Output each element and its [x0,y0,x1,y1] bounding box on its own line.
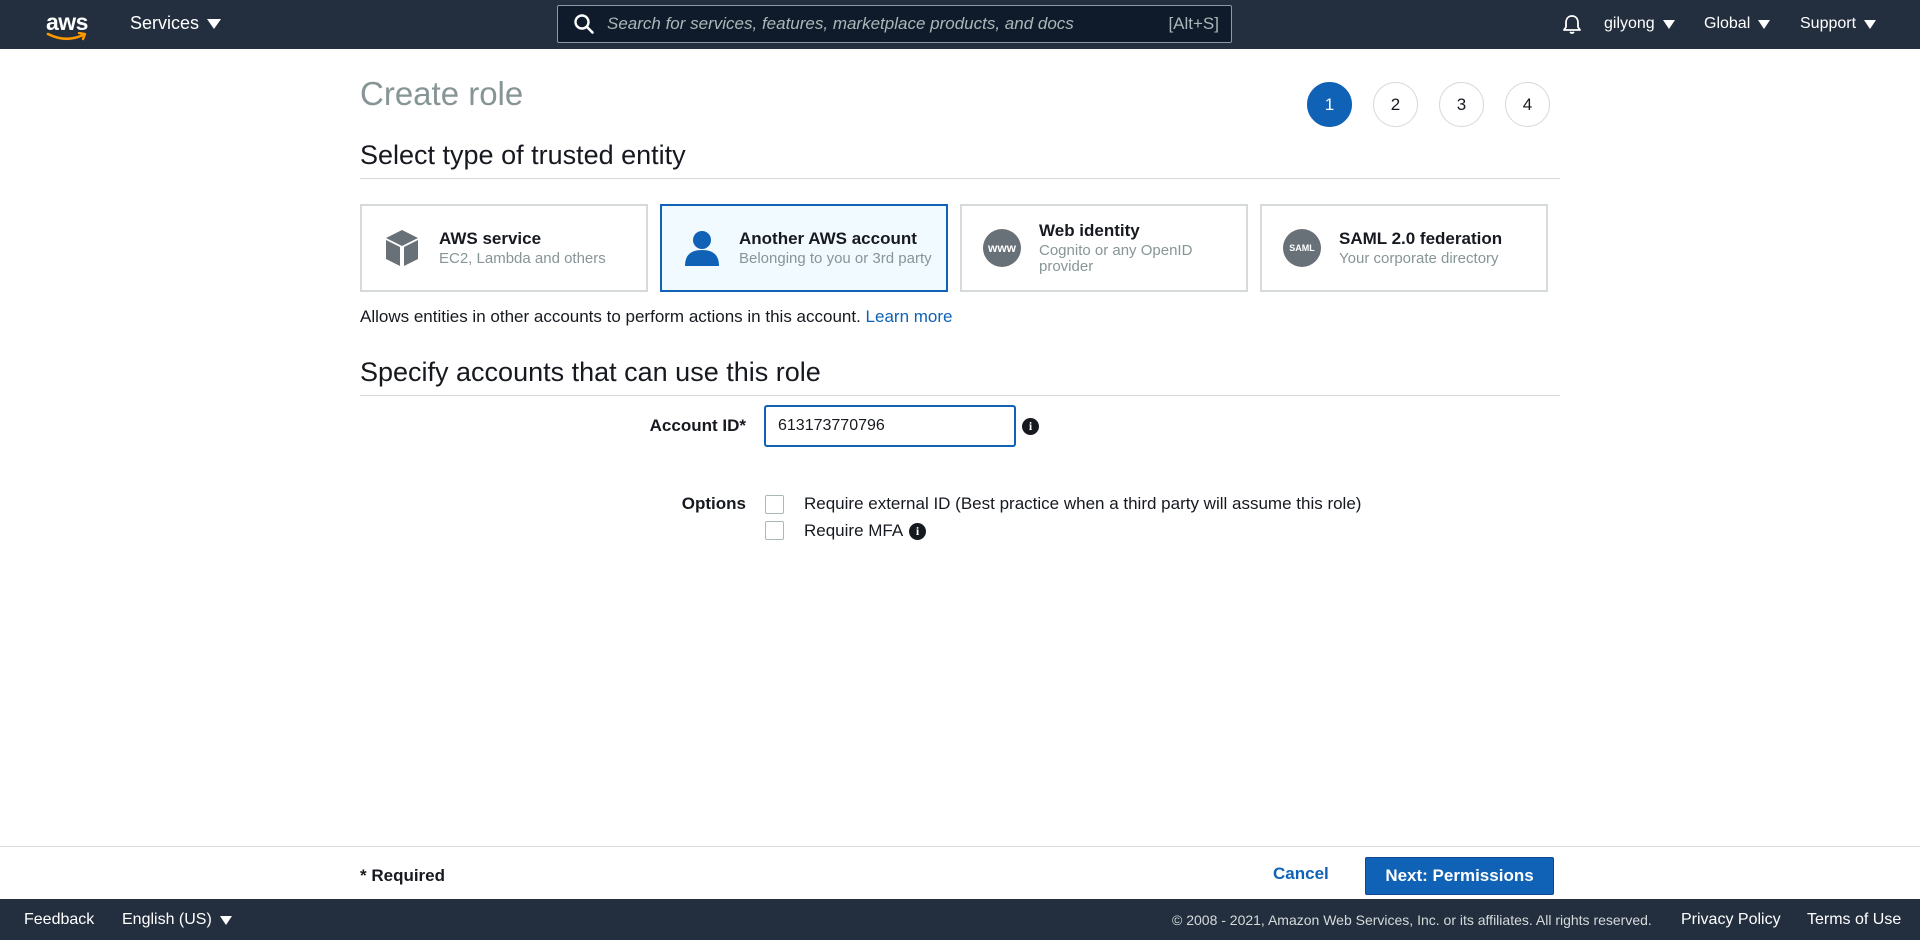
account-id-input[interactable] [765,406,1015,446]
next-permissions-button[interactable]: Next: Permissions [1365,857,1554,895]
step-1: 1 [1307,82,1352,127]
search-bar[interactable]: [Alt+S] [557,5,1232,43]
saml-icon: SAML [1282,228,1322,268]
services-label: Services [130,13,200,33]
description-text: Allows entities in other accounts to per… [360,307,861,326]
aws-smile-icon [46,32,87,41]
chevron-down-icon [207,18,222,29]
accounts-section-title: Specify accounts that can use this role [360,357,821,387]
search-icon [574,14,594,34]
services-menu[interactable]: Services [130,13,222,34]
search-shortcut-hint: [Alt+S] [1168,14,1219,33]
require-mfa-label: Require MFA [804,521,904,540]
region-menu[interactable]: Global [1704,15,1771,33]
divider [360,395,1560,396]
tile-web-identity[interactable]: www Web identity Cognito or any OpenID p… [960,204,1248,292]
region-label: Global [1704,15,1751,32]
copyright-text: © 2008 - 2021, Amazon Web Services, Inc.… [1172,912,1652,928]
footer: Feedback English (US) © 2008 - 2021, Ama… [0,899,1920,940]
required-note: * Required [360,866,446,885]
chevron-down-icon [219,915,232,925]
www-badge: www [983,229,1021,267]
require-external-id-checkbox[interactable] [765,495,784,514]
support-menu[interactable]: Support [1800,15,1877,33]
tile-aws-service[interactable]: AWS service EC2, Lambda and others [360,204,648,292]
language-selector[interactable]: English (US) [122,911,232,929]
bell-icon[interactable] [1561,13,1583,35]
search-input[interactable] [607,14,1169,34]
support-label: Support [1800,15,1857,32]
chevron-down-icon [1662,19,1675,29]
tile-title: Another AWS account [739,229,917,248]
divider [360,178,1560,179]
tile-saml-federation[interactable]: SAML SAML 2.0 federation Your corporate … [1260,204,1548,292]
tile-title: SAML 2.0 federation [1339,229,1503,248]
require-external-id-label: Require external ID (Best practice when … [804,494,1362,513]
tile-another-aws-account[interactable]: Another AWS account Belonging to you or … [660,204,948,292]
tile-subtitle: Cognito or any OpenID provider [1039,242,1193,275]
step-indicator: 1 2 3 4 [1307,82,1550,127]
user-label: gilyong [1604,15,1655,32]
aws-logo[interactable]: aws [44,7,90,41]
tile-title: Web identity [1039,221,1140,240]
step-2: 2 [1373,82,1418,127]
cube-icon [382,228,422,268]
user-icon [682,228,722,268]
account-id-label: Account ID* [649,416,746,435]
terms-of-use-link[interactable]: Terms of Use [1807,911,1901,929]
entity-section-title: Select type of trusted entity [360,140,686,170]
page-title: Create role [360,75,524,112]
user-menu[interactable]: gilyong [1604,15,1675,33]
require-mfa-checkbox[interactable] [765,521,784,540]
tile-subtitle: Belonging to you or 3rd party [739,250,932,267]
cancel-button[interactable]: Cancel [1273,864,1329,884]
privacy-policy-link[interactable]: Privacy Policy [1681,911,1781,929]
entity-type-tiles: AWS service EC2, Lambda and others Anoth… [360,204,1548,292]
top-nav: aws Services [Alt+S] gilyong Global Supp… [0,0,1920,49]
www-icon: www [982,228,1022,268]
action-bar: * Required Cancel Next: Permissions [0,846,1920,899]
chevron-down-icon [1758,19,1771,29]
feedback-link[interactable]: Feedback [24,911,94,929]
entity-description: Allows entities in other accounts to per… [360,307,952,327]
info-icon[interactable]: i [1022,418,1039,435]
saml-badge: SAML [1283,229,1321,267]
tile-subtitle: Your corporate directory [1339,250,1499,267]
language-label: English (US) [122,911,212,928]
info-icon[interactable]: i [909,523,926,540]
step-3: 3 [1439,82,1484,127]
learn-more-link[interactable]: Learn more [866,307,953,326]
tile-subtitle: EC2, Lambda and others [439,250,606,267]
step-4: 4 [1505,82,1550,127]
tile-title: AWS service [439,229,542,248]
chevron-down-icon [1864,19,1877,29]
options-label: Options [681,494,746,513]
